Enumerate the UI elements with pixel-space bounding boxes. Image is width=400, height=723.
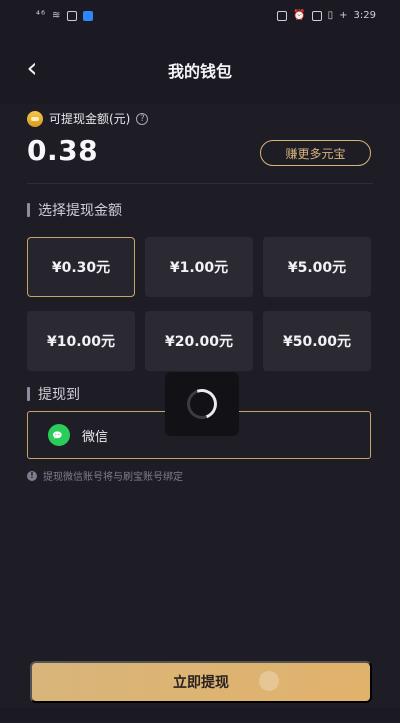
app-icon <box>83 10 94 21</box>
withdraw-method-label: 微信 <box>82 429 109 445</box>
help-icon[interactable]: ? <box>136 112 149 125</box>
alarm-icon: ⏰ <box>293 10 306 21</box>
status-bar-left: ⁴⁶ ≋ <box>36 10 94 21</box>
withdraw-hint: ! 提现微信账号将与刷宝账号绑定 <box>27 468 183 483</box>
wechat-icon <box>48 424 70 446</box>
withdraw-hint-text: 提现微信账号将与刷宝账号绑定 <box>43 472 183 483</box>
nfc-icon <box>277 10 288 21</box>
status-bar-right: ⏰ ▯ + 3:29 <box>277 10 376 21</box>
balance-label: 可提现金额(元) <box>49 112 131 126</box>
amount-option-20-00[interactable]: ¥20.00元 <box>145 311 253 371</box>
status-time: 3:29 <box>353 10 376 21</box>
wallet-screen: ⁴⁶ ≋ ⏰ ▯ + 3:29 ‹ 我的钱包 可提现金额(元) ? 0.38 赚… <box>0 0 400 723</box>
plus-icon: + <box>339 10 348 21</box>
status-bar: ⁴⁶ ≋ ⏰ ▯ + 3:29 <box>0 0 400 34</box>
earn-more-button[interactable]: 赚更多元宝 <box>260 140 371 166</box>
coin-icon <box>27 110 43 127</box>
amount-options-grid: ¥0.30元 ¥1.00元 ¥5.00元 ¥10.00元 ¥20.00元 ¥50… <box>27 237 371 371</box>
wechat-icon-glyph <box>53 431 62 439</box>
vibrate-icon <box>311 10 322 21</box>
select-amount-title: 选择提现金额 <box>38 203 122 219</box>
select-amount-title-row: 选择提现金额 <box>27 200 122 220</box>
top-nav: ‹ 我的钱包 <box>0 34 400 104</box>
amount-option-50-00[interactable]: ¥50.00元 <box>263 311 371 371</box>
amount-option-0-30[interactable]: ¥0.30元 <box>27 237 135 297</box>
amount-option-1-00[interactable]: ¥1.00元 <box>145 237 253 297</box>
loading-overlay <box>165 372 239 436</box>
amount-option-5-00[interactable]: ¥5.00元 <box>263 237 371 297</box>
touch-indicator <box>259 671 279 691</box>
balance-amount: 0.38 <box>27 134 99 167</box>
signal-icon: ⁴⁶ <box>36 10 47 21</box>
notification-icon <box>67 10 78 21</box>
divider <box>27 183 373 184</box>
bottom-safe-area <box>0 708 400 723</box>
info-icon: ! <box>27 470 37 481</box>
withdraw-to-title: 提现到 <box>38 387 80 403</box>
balance-label-row: 可提现金额(元) ? <box>27 110 149 127</box>
wifi-icon: ≋ <box>52 10 62 21</box>
battery-icon: ▯ <box>327 10 334 21</box>
loading-spinner-icon <box>182 384 222 424</box>
page-title: 我的钱包 <box>167 62 232 81</box>
section-bar <box>27 387 30 401</box>
section-bar <box>27 203 30 217</box>
withdraw-now-button[interactable]: 立即提现 <box>30 661 372 703</box>
withdraw-to-title-row: 提现到 <box>27 384 80 404</box>
amount-option-10-00[interactable]: ¥10.00元 <box>27 311 135 371</box>
